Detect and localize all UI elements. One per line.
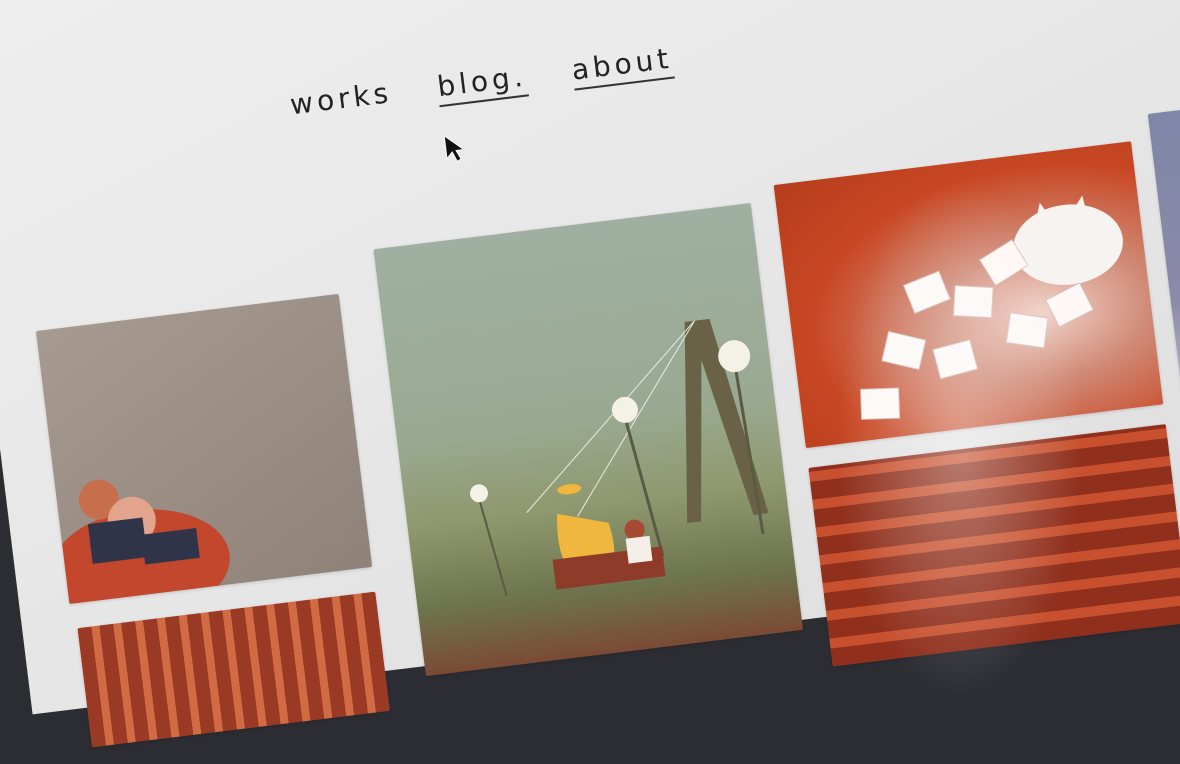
gallery-tile-cat-photos[interactable]: [773, 141, 1164, 449]
nav-about[interactable]: about: [569, 41, 675, 91]
main-nav: works blog. about: [288, 41, 675, 126]
website-screen: works blog. about: [0, 0, 1180, 748]
gallery-tile-crowd[interactable]: [77, 591, 390, 748]
gallery-tile-couple[interactable]: [35, 293, 373, 605]
gallery-tile-park-lamps[interactable]: [373, 203, 804, 677]
nav-works[interactable]: works: [288, 76, 394, 125]
gallery-tile-bookshelves[interactable]: [808, 424, 1180, 667]
nav-blog[interactable]: blog.: [435, 59, 529, 108]
mouse-cursor-icon: [443, 134, 466, 163]
